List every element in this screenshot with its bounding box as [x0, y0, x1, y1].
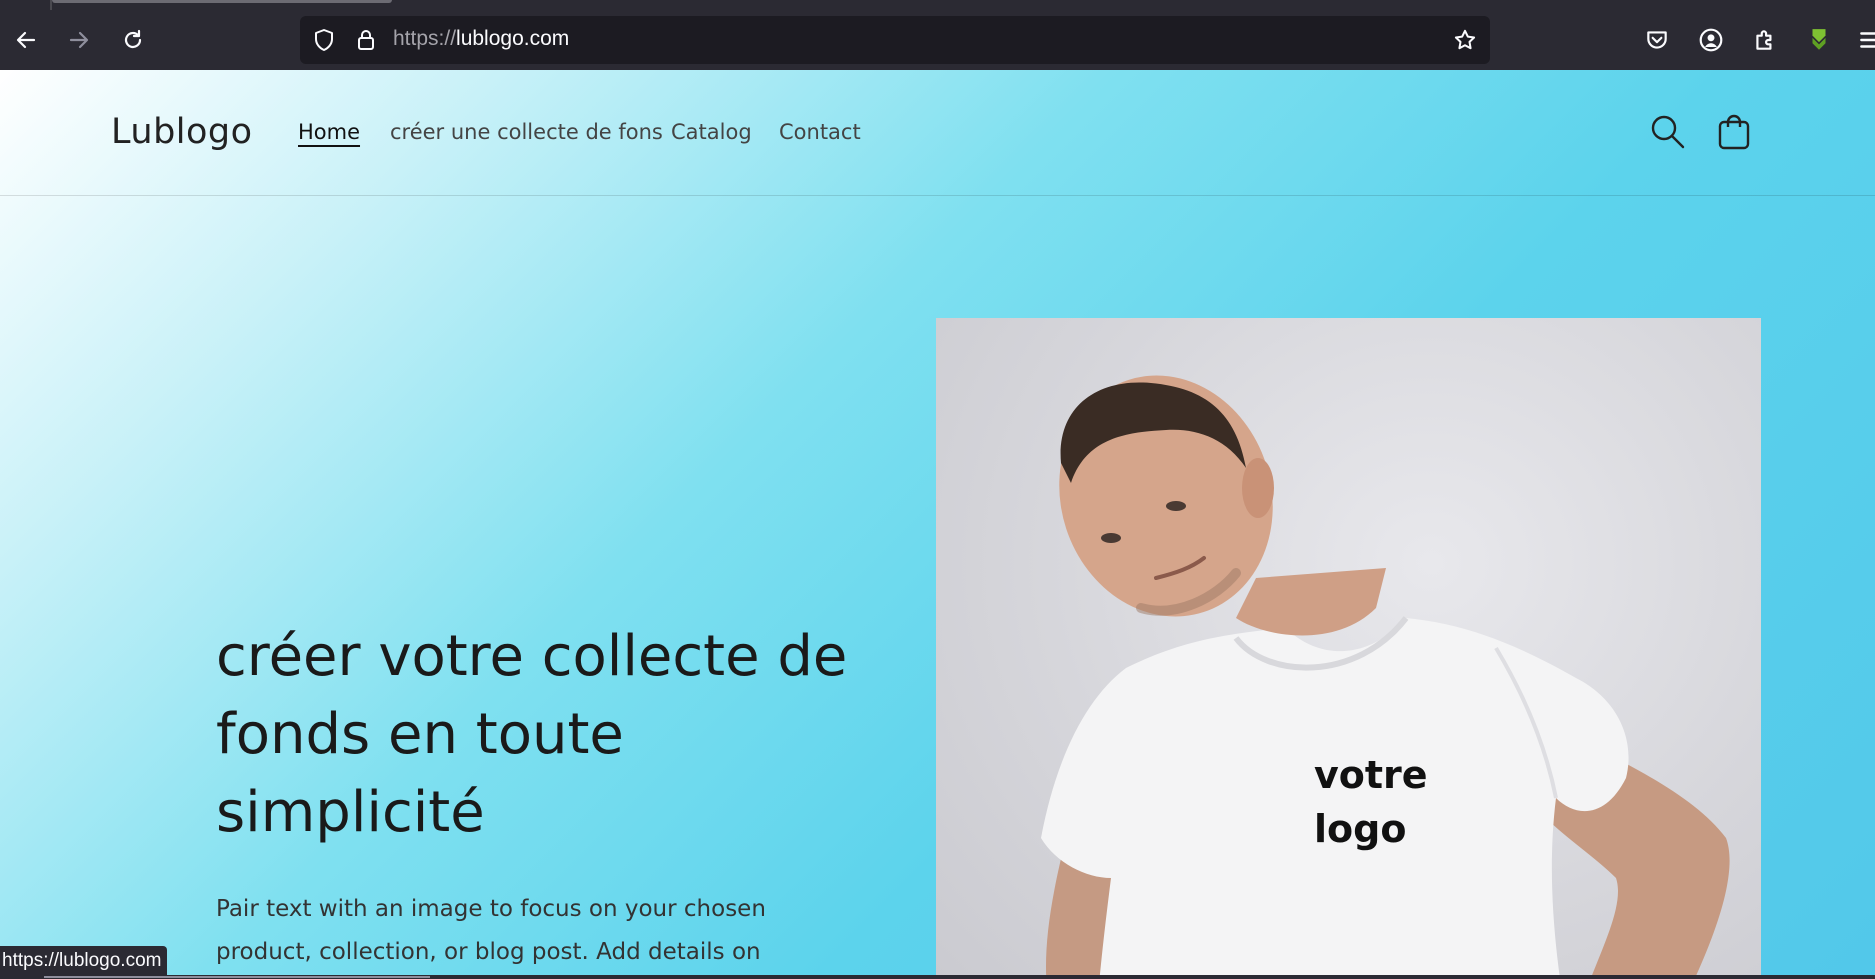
hero-title: créer votre collecte de fonds en toute s…	[216, 624, 848, 845]
arrow-left-icon	[16, 31, 36, 49]
puzzle-icon	[1756, 30, 1772, 50]
hamburger-menu-icon	[1860, 32, 1875, 48]
pocket-icon	[1647, 31, 1667, 49]
site-logo[interactable]: Lublogo	[111, 112, 253, 152]
back-button[interactable]	[10, 24, 42, 56]
shield-icon[interactable]	[312, 28, 336, 52]
download-icon	[1812, 29, 1826, 50]
arrow-right-icon	[69, 31, 89, 49]
lock-icon[interactable]	[354, 28, 378, 52]
address-bar[interactable]: https://lublogo.com	[300, 16, 1490, 64]
active-tab-indicator[interactable]	[52, 0, 392, 3]
tab-strip	[0, 0, 1875, 10]
menu-button[interactable]	[1857, 26, 1875, 54]
account-button[interactable]	[1697, 26, 1725, 54]
url-protocol: https://	[393, 27, 457, 50]
hero-image: votre logo	[936, 318, 1761, 979]
nav-link-collecte[interactable]: créer une collecte de fons	[390, 120, 663, 144]
shirt-logo-line2: logo	[1314, 807, 1407, 851]
url-text[interactable]: https://lublogo.com	[393, 27, 569, 51]
url-host: lublogo.com	[456, 27, 570, 50]
reload-icon	[124, 29, 142, 49]
pocket-button[interactable]	[1643, 26, 1671, 54]
extensions-button[interactable]	[1751, 26, 1779, 54]
tshirt-model-photo	[1041, 375, 1730, 979]
site-header: Lublogo Home créer une collecte de fons …	[0, 70, 1875, 196]
download-button[interactable]	[1805, 26, 1833, 54]
hero-description: Pair text with an image to focus on your…	[216, 896, 766, 965]
cart-icon[interactable]	[1714, 112, 1754, 152]
forward-button[interactable]	[63, 24, 95, 56]
nav-link-contact[interactable]: Contact	[779, 120, 861, 144]
star-icon[interactable]	[1453, 28, 1477, 52]
scrollbar-thumb[interactable]	[44, 976, 430, 978]
account-icon	[1699, 28, 1723, 52]
link-status-tooltip: https://lublogo.com	[0, 946, 168, 976]
reload-button[interactable]	[117, 24, 149, 56]
browser-toolbar: https://lublogo.com	[0, 10, 1875, 70]
search-icon[interactable]	[1648, 112, 1688, 152]
nav-link-catalog[interactable]: Catalog	[671, 120, 752, 144]
shirt-logo-line1: votre	[1314, 753, 1428, 797]
shirt-logo-text: votre logo	[1314, 748, 1428, 856]
web-page: Lublogo Home créer une collecte de fons …	[0, 70, 1875, 979]
nav-link-home[interactable]: Home	[298, 120, 360, 144]
horizontal-scrollbar[interactable]	[0, 975, 1875, 979]
